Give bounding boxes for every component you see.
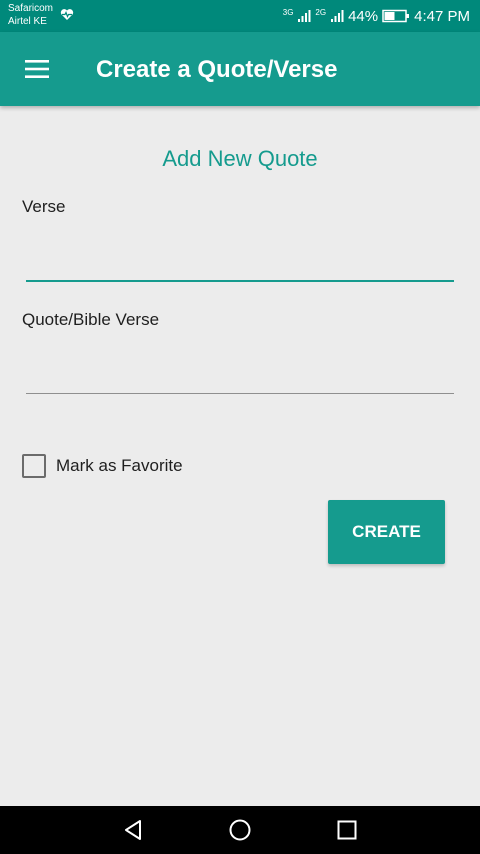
home-icon[interactable] [228, 818, 252, 842]
status-bar: Safaricom Airtel KE 3G 2G 44% 4:47 PM [0, 0, 480, 32]
clock: 4:47 PM [414, 7, 470, 25]
heartbeat-icon [60, 9, 74, 20]
carrier-2: Airtel KE [8, 16, 47, 27]
create-button[interactable]: CREATE [328, 500, 445, 564]
section-heading: Add New Quote [162, 146, 318, 171]
page-title: Create a Quote/Verse [96, 56, 338, 83]
status-right: 3G 2G 44% 4:47 PM [283, 0, 470, 32]
recents-icon[interactable] [335, 818, 359, 842]
app-bar: Create a Quote/Verse [0, 32, 480, 106]
signal-icon [331, 10, 344, 22]
battery-icon [382, 9, 410, 23]
hamburger-menu-icon [25, 60, 49, 78]
favorite-row[interactable]: Mark as Favorite [22, 454, 183, 478]
menu-button[interactable] [14, 47, 60, 91]
back-icon[interactable] [121, 818, 145, 842]
carrier-names: Safaricom Airtel KE [8, 2, 53, 28]
verse-input[interactable] [26, 248, 454, 282]
favorite-checkbox[interactable] [22, 454, 46, 478]
network-type-1: 3G [282, 7, 294, 17]
verse-label: Verse [22, 197, 66, 216]
favorite-label[interactable]: Mark as Favorite [56, 456, 183, 476]
carrier-1: Safaricom [8, 3, 54, 14]
navigation-bar [0, 806, 480, 854]
battery-percent: 44% [348, 7, 379, 25]
signal-icon [298, 10, 311, 22]
quote-input[interactable] [26, 360, 454, 394]
network-type-2: 2G [315, 7, 327, 17]
quote-label: Quote/Bible Verse [22, 310, 160, 329]
